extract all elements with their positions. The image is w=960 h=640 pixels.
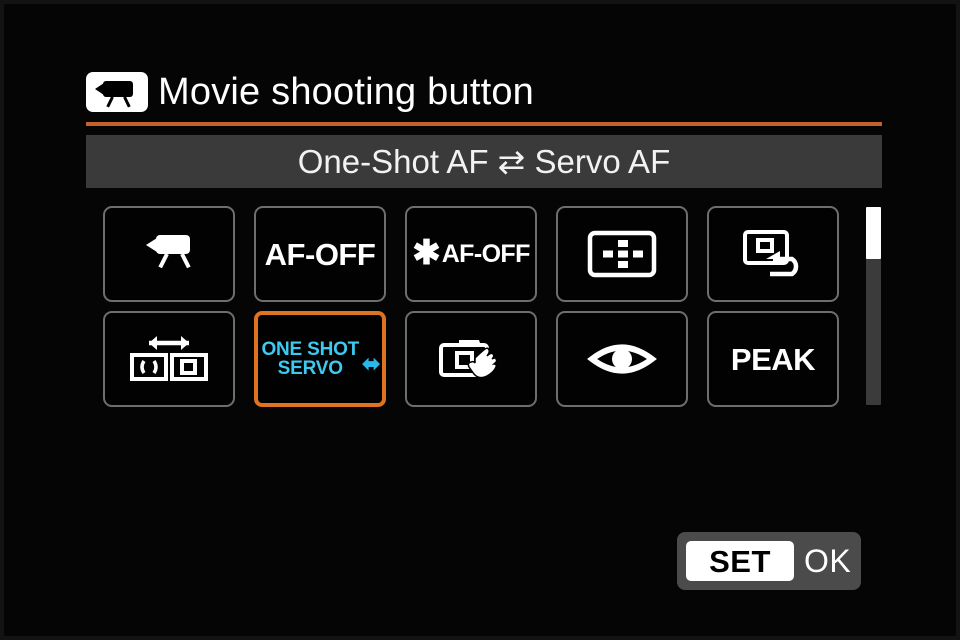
af-area-switch-icon bbox=[130, 336, 208, 381]
page-title: Movie shooting button bbox=[158, 71, 534, 113]
ae-lock-af-off-icon: ✱ AF-OFF bbox=[412, 234, 531, 272]
option-tile-af-off[interactable]: AF-OFF bbox=[254, 206, 386, 302]
camera-hand-icon bbox=[439, 340, 498, 379]
option-tile-af-area-switch[interactable] bbox=[103, 311, 235, 407]
movie-camera-icon bbox=[138, 231, 200, 277]
option-tile-registered-function[interactable] bbox=[405, 311, 537, 407]
camera-menu-screen: Movie shooting button One-Shot AF ⇄ Serv… bbox=[0, 0, 960, 640]
af-off-label: AF-OFF bbox=[441, 239, 531, 268]
option-tile-image-replay[interactable] bbox=[707, 206, 839, 302]
one-shot-servo-icon: ONE SHOT SERVO ⬌ bbox=[259, 338, 381, 379]
image-replay-icon bbox=[743, 230, 799, 277]
af-off-text-icon: AF-OFF bbox=[264, 236, 376, 272]
header-divider bbox=[86, 122, 882, 126]
servo-label: SERVO bbox=[277, 358, 343, 379]
one-shot-label: ONE SHOT bbox=[261, 338, 360, 360]
options-scrollbar[interactable] bbox=[866, 207, 881, 405]
options-scrollbar-thumb[interactable] bbox=[866, 207, 881, 259]
current-function-bar: One-Shot AF ⇄ Servo AF bbox=[86, 135, 882, 188]
option-tile-one-shot-servo[interactable]: ONE SHOT SERVO ⬌ bbox=[254, 311, 386, 407]
option-tile-af-point-selection[interactable] bbox=[556, 206, 688, 302]
set-ok-button[interactable]: SET OK bbox=[677, 532, 861, 590]
option-tile-ae-lock-af-off[interactable]: ✱ AF-OFF bbox=[405, 206, 537, 302]
option-tile-peaking[interactable]: PEAK bbox=[707, 311, 839, 407]
ae-lock-star-icon: ✱ bbox=[412, 234, 441, 272]
switch-arrow-icon: ⬌ bbox=[362, 351, 381, 376]
set-chip-label: SET bbox=[686, 541, 794, 581]
option-tile-eye-detection[interactable] bbox=[556, 311, 688, 407]
movie-camera-icon bbox=[86, 72, 148, 112]
option-tile-movie-shooting[interactable] bbox=[103, 206, 235, 302]
af-point-grid-icon bbox=[587, 230, 657, 278]
function-options-grid: AF-OFF ✱ AF-OFF ONE SHOT SERVO ⬌ PEAK bbox=[103, 206, 843, 407]
eye-icon bbox=[587, 344, 657, 374]
peak-text-icon: PEAK bbox=[730, 341, 816, 377]
page-header: Movie shooting button bbox=[86, 66, 882, 118]
current-function-label: One-Shot AF ⇄ Servo AF bbox=[297, 143, 671, 180]
ok-label: OK bbox=[804, 543, 852, 579]
